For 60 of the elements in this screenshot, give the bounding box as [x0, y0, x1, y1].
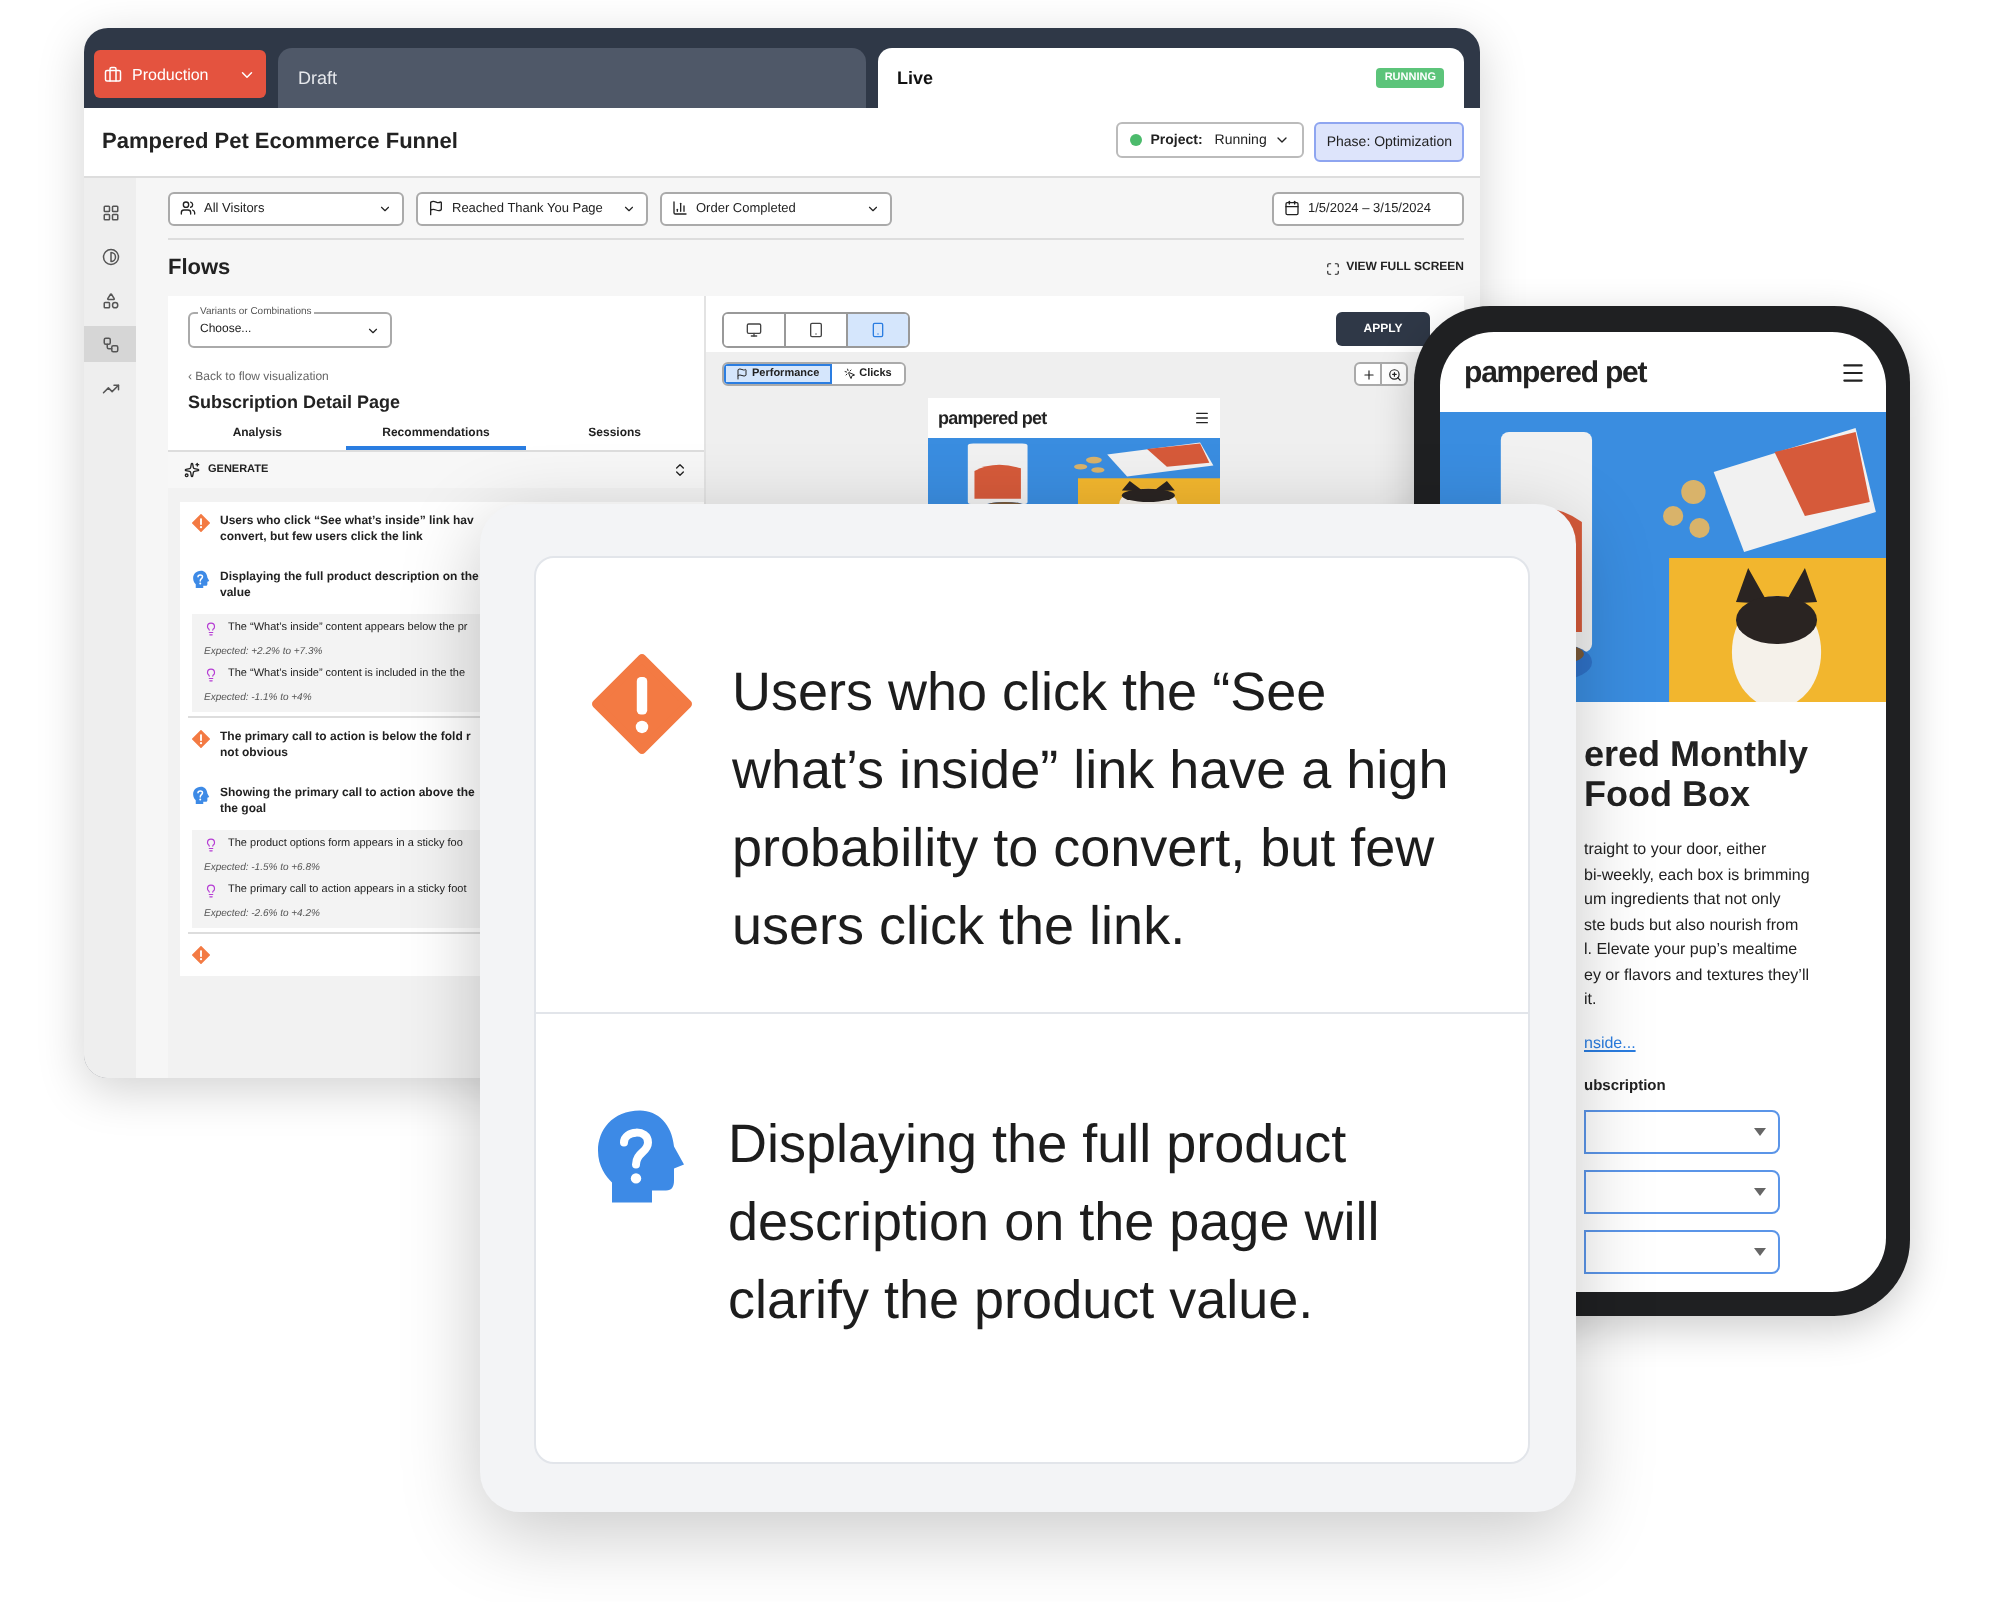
briefcase-icon — [104, 65, 122, 83]
caret-icon — [1754, 1127, 1766, 1135]
environment-tab[interactable]: Draft — [278, 48, 865, 108]
caret-icon — [622, 201, 636, 215]
grid-icon — [101, 203, 119, 221]
question-icon — [592, 1105, 688, 1206]
section-title: Flows — [168, 256, 231, 280]
sparkle-icon — [184, 462, 200, 478]
callout-text: Displaying the full product description on the page will clarify the product value. — [728, 1111, 1382, 1334]
zoom-icon — [1387, 367, 1401, 381]
project-title: Pampered Pet Ecommerce Funnel — [102, 130, 458, 154]
flows-icon — [101, 335, 119, 353]
caret-icon — [366, 323, 380, 337]
warning-icon — [592, 654, 692, 754]
site-logo: pampered pet — [1464, 355, 1647, 389]
tab-label: Live — [897, 68, 934, 88]
filter-icon — [428, 200, 444, 216]
lightbulb-icon — [204, 838, 218, 852]
warning-icon — [192, 514, 210, 532]
option-dropdown[interactable] — [1584, 1169, 1780, 1213]
menu-icon — [1194, 410, 1210, 426]
option-dropdown[interactable] — [1584, 1109, 1780, 1153]
page-title: Subscription Detail Page — [188, 392, 403, 412]
option-dropdown[interactable] — [1584, 1229, 1780, 1273]
product-heading: ered Monthly Food Box — [1584, 734, 1809, 814]
environment-button[interactable]: Production — [94, 50, 266, 98]
plus-icon — [1361, 367, 1375, 381]
product-description: traight to your door, either bi-weekly, each box is brimming um ingredients that not only ste buds but also nourish from l. Elevate your pup’s mealtime ey or flavors and textures they’ll it. — [1584, 838, 1810, 1012]
contrast-icon — [101, 247, 119, 265]
question-icon — [192, 570, 210, 589]
cursor-click-icon — [843, 368, 856, 380]
caret-icon — [1754, 1247, 1766, 1255]
inside-link[interactable]: nside... — [1584, 1033, 1636, 1051]
expand-icon — [672, 462, 688, 478]
callout-text: Users who click the “See what’s inside” link have a high probability to convert, but few users click the link. — [732, 660, 1451, 960]
mobile-icon — [870, 321, 886, 337]
flag-icon — [736, 368, 748, 380]
tab-label: Draft — [298, 68, 338, 88]
warning-icon — [192, 730, 210, 748]
calendar-icon — [1284, 200, 1300, 216]
caret-icon — [1754, 1187, 1766, 1195]
filter-icon — [672, 200, 688, 216]
menu-icon[interactable] — [1840, 359, 1866, 385]
site-logo: pampered pet — [938, 408, 1047, 428]
lightbulb-icon — [204, 622, 218, 636]
tablet-icon — [808, 321, 824, 337]
caret-icon — [378, 201, 392, 215]
question-icon — [192, 786, 210, 805]
search-button[interactable] — [1380, 364, 1406, 384]
shapes-icon — [101, 291, 119, 309]
desktop-icon — [746, 321, 762, 337]
expand-icon — [1326, 261, 1341, 275]
filter-icon — [180, 200, 196, 216]
trend-icon — [101, 379, 119, 397]
caret-icon — [1274, 132, 1291, 148]
warning-icon — [192, 946, 210, 964]
lightbulb-icon — [204, 668, 218, 682]
lightbulb-icon — [204, 884, 218, 898]
sidebar-button[interactable] — [84, 326, 136, 362]
caret-icon — [866, 201, 880, 215]
